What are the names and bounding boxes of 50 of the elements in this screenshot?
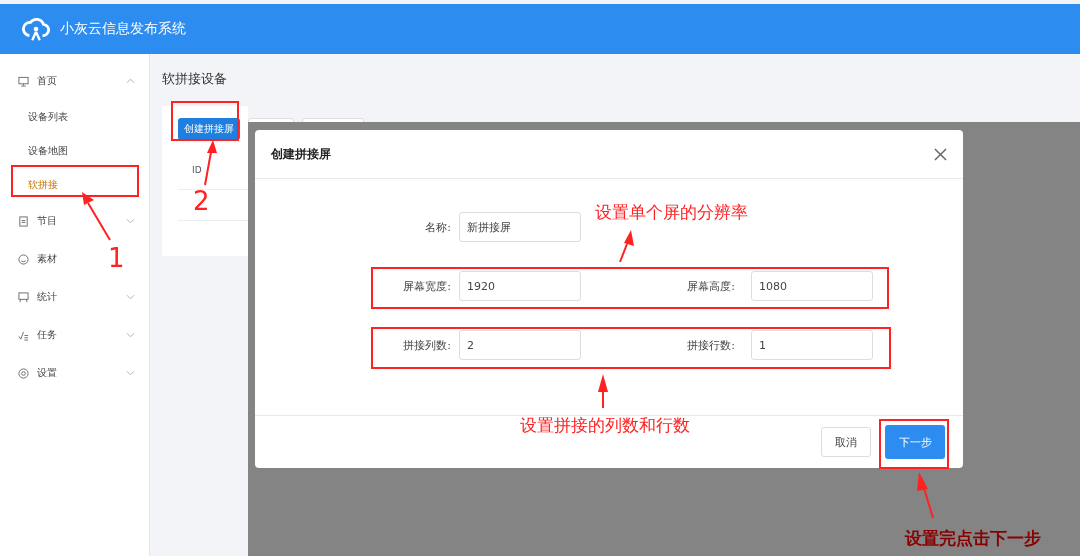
highlight-box	[171, 101, 239, 141]
document-icon	[18, 215, 29, 227]
column-header: ID	[192, 165, 202, 175]
annotation-text: 设置完点击下一步	[905, 528, 1041, 549]
app-title: 小灰云信息发布系统	[60, 20, 186, 38]
annotation-arrow	[619, 230, 634, 263]
field-label: 拼接列数:	[402, 337, 452, 353]
menu-item[interactable]: 首页	[0, 62, 149, 100]
submenu-item[interactable]: 软拼接	[0, 168, 149, 202]
chevron-icon	[126, 294, 135, 300]
chevron-icon	[126, 332, 135, 338]
menu-item[interactable]: 素材	[0, 240, 71, 278]
close-icon[interactable]	[934, 147, 947, 161]
step-number: 1	[108, 245, 125, 271]
input-field[interactable]: 1920	[459, 271, 581, 301]
chevron-icon	[126, 218, 135, 224]
monitor-icon	[18, 75, 29, 87]
highlight-box	[879, 419, 949, 469]
easel-icon	[18, 291, 29, 303]
annotation-arrow	[82, 192, 111, 241]
step-number: 2	[193, 188, 210, 214]
checklist-icon	[18, 329, 29, 341]
submenu-item[interactable]: 设备地图	[0, 134, 149, 168]
submenu-item[interactable]: 设备列表	[0, 100, 149, 134]
chevron-icon	[126, 370, 135, 376]
dialog-title: 创建拼接屏	[271, 145, 331, 163]
input-field[interactable]: 1080	[751, 271, 873, 301]
create-button[interactable]: 创建拼接屏	[178, 118, 240, 140]
cancel-button[interactable]: 取消	[821, 427, 871, 457]
field-label: 拼接行数:	[686, 337, 736, 353]
input-field[interactable]: 1	[751, 330, 873, 360]
field-label: 名称:	[424, 219, 452, 235]
annotation-arrow	[917, 472, 934, 519]
input-field[interactable]: 新拼接屏	[459, 212, 581, 242]
field-label: 屏幕高度:	[686, 278, 736, 294]
page-title: 软拼接设备	[162, 70, 228, 88]
menu-item[interactable]: 统计	[0, 278, 149, 316]
annotation-text: 设置单个屏的分辨率	[595, 202, 748, 223]
cloud-logo-icon	[22, 15, 50, 43]
menu-item[interactable]: 节目	[0, 202, 149, 240]
face-icon	[18, 253, 29, 265]
menu-item[interactable]: 任务	[0, 316, 149, 354]
menu-item[interactable]: 设置	[0, 354, 149, 392]
field-label: 屏幕宽度:	[402, 278, 452, 294]
chevron-icon	[126, 78, 135, 84]
annotation-text: 设置拼接的列数和行数	[520, 415, 690, 436]
annotation-arrow	[204, 140, 217, 186]
gear-icon	[18, 367, 29, 379]
input-field[interactable]: 2	[459, 330, 581, 360]
annotation-arrow	[598, 374, 608, 409]
